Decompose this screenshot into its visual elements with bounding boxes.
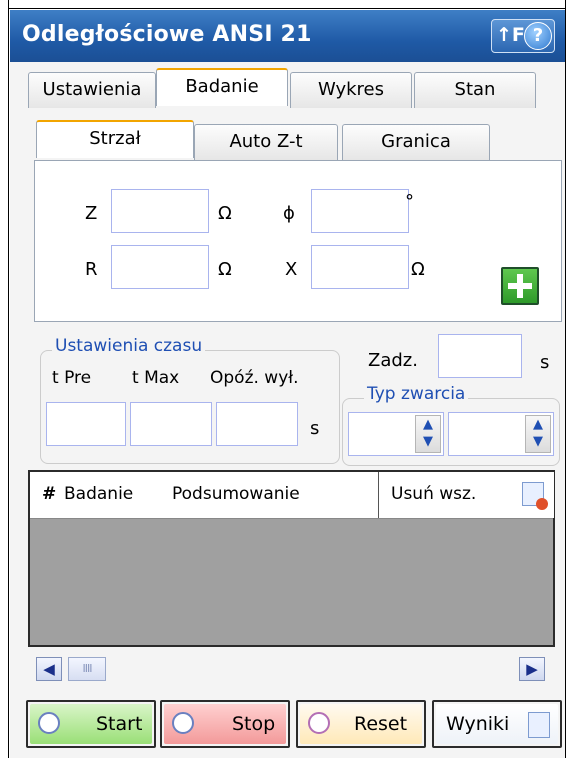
zadz-input[interactable] xyxy=(438,334,522,378)
r-unit: Ω xyxy=(218,259,232,280)
delay-unit: s xyxy=(310,418,320,439)
timing-group-title: Ustawienia czasu xyxy=(52,336,206,356)
delete-all-label: Usuń wsz. xyxy=(391,484,477,504)
zadz-label: Zadz. xyxy=(368,350,418,371)
play-icon xyxy=(38,712,60,734)
stop-icon xyxy=(172,712,194,734)
phi-label: ϕ xyxy=(283,203,295,224)
right-border xyxy=(565,0,566,758)
results-list[interactable]: # Badanie Podsumowanie Usuń wsz. xyxy=(28,470,555,647)
subtab-strzal[interactable]: Strzał xyxy=(36,120,194,158)
x-label: X xyxy=(285,259,298,280)
results-button[interactable]: Wyniki xyxy=(432,700,562,748)
t-pre-label: t Pre xyxy=(52,368,92,388)
x-input[interactable] xyxy=(311,245,409,289)
r-label: R xyxy=(85,259,98,280)
reset-button[interactable]: Reset xyxy=(296,700,426,748)
tab-stan[interactable]: Stan xyxy=(414,72,536,108)
delete-list-icon xyxy=(522,482,548,510)
start-button[interactable]: Start xyxy=(26,700,156,748)
title-bar: Odległościowe ANSI 21 ↑F1 ? xyxy=(10,10,565,62)
help-icon: ? xyxy=(524,22,552,50)
col-summary: Podsumowanie xyxy=(172,484,300,504)
reset-label: Reset xyxy=(354,713,408,735)
fault-type-title: Typ zwarcia xyxy=(364,384,469,404)
app-frame: Odległościowe ANSI 21 ↑F1 ? Ustawienia B… xyxy=(0,0,572,758)
add-test-button[interactable] xyxy=(501,267,539,305)
zadz-unit: s xyxy=(540,352,550,373)
tab-ustawienia[interactable]: Ustawienia xyxy=(28,72,156,108)
horizontal-scrollbar[interactable]: ◀ IIII ▶ xyxy=(28,655,555,685)
spinner-arrows-icon[interactable]: ▲ ▼ xyxy=(415,415,441,453)
fault-type-spinner-1[interactable]: ▲ ▼ xyxy=(348,412,444,456)
tab-wykres[interactable]: Wykres xyxy=(290,72,412,108)
start-label: Start xyxy=(96,713,143,735)
results-table-icon xyxy=(528,712,550,738)
top-border xyxy=(8,8,566,9)
left-border xyxy=(8,0,9,758)
impedance-panel: Z Ω ϕ ° R Ω X Ω xyxy=(34,160,562,322)
col-number: # xyxy=(42,484,57,504)
results-list-header: # Badanie Podsumowanie Usuń wsz. xyxy=(30,472,554,519)
z-label: Z xyxy=(85,203,98,224)
r-input[interactable] xyxy=(111,245,209,289)
scroll-thumb[interactable]: IIII xyxy=(68,657,106,681)
t-pre-input[interactable] xyxy=(46,402,126,446)
subtab-granica[interactable]: Granica xyxy=(342,124,490,160)
col-test: Badanie xyxy=(64,484,134,504)
subtab-auto-zt[interactable]: Auto Z-t xyxy=(194,124,338,160)
delay-input[interactable] xyxy=(216,402,298,446)
t-max-label: t Max xyxy=(132,368,180,388)
results-label: Wyniki xyxy=(446,713,510,735)
z-unit: Ω xyxy=(218,203,232,224)
t-max-input[interactable] xyxy=(130,402,212,446)
fault-type-spinner-2[interactable]: ▲ ▼ xyxy=(448,412,554,456)
tab-badanie[interactable]: Badanie xyxy=(156,68,288,106)
reset-icon xyxy=(308,712,330,734)
scroll-right-icon[interactable]: ▶ xyxy=(519,657,545,681)
window-title: Odległościowe ANSI 21 xyxy=(22,22,312,47)
content-area: Ustawienia Badanie Wykres Stan Strzał Au… xyxy=(10,62,565,758)
z-input[interactable] xyxy=(111,189,209,233)
phi-input[interactable] xyxy=(311,189,409,233)
stop-label: Stop xyxy=(232,713,276,735)
x-unit: Ω xyxy=(411,259,425,280)
phi-unit: ° xyxy=(405,191,414,212)
f1-help-button[interactable]: ↑F1 ? xyxy=(491,19,555,53)
spinner-arrows-icon[interactable]: ▲ ▼ xyxy=(525,415,551,453)
stop-button[interactable]: Stop xyxy=(160,700,290,748)
delay-label: Opóź. wył. xyxy=(210,368,299,388)
delete-all-button[interactable]: Usuń wsz. xyxy=(378,472,554,518)
scroll-left-icon[interactable]: ◀ xyxy=(36,657,62,681)
